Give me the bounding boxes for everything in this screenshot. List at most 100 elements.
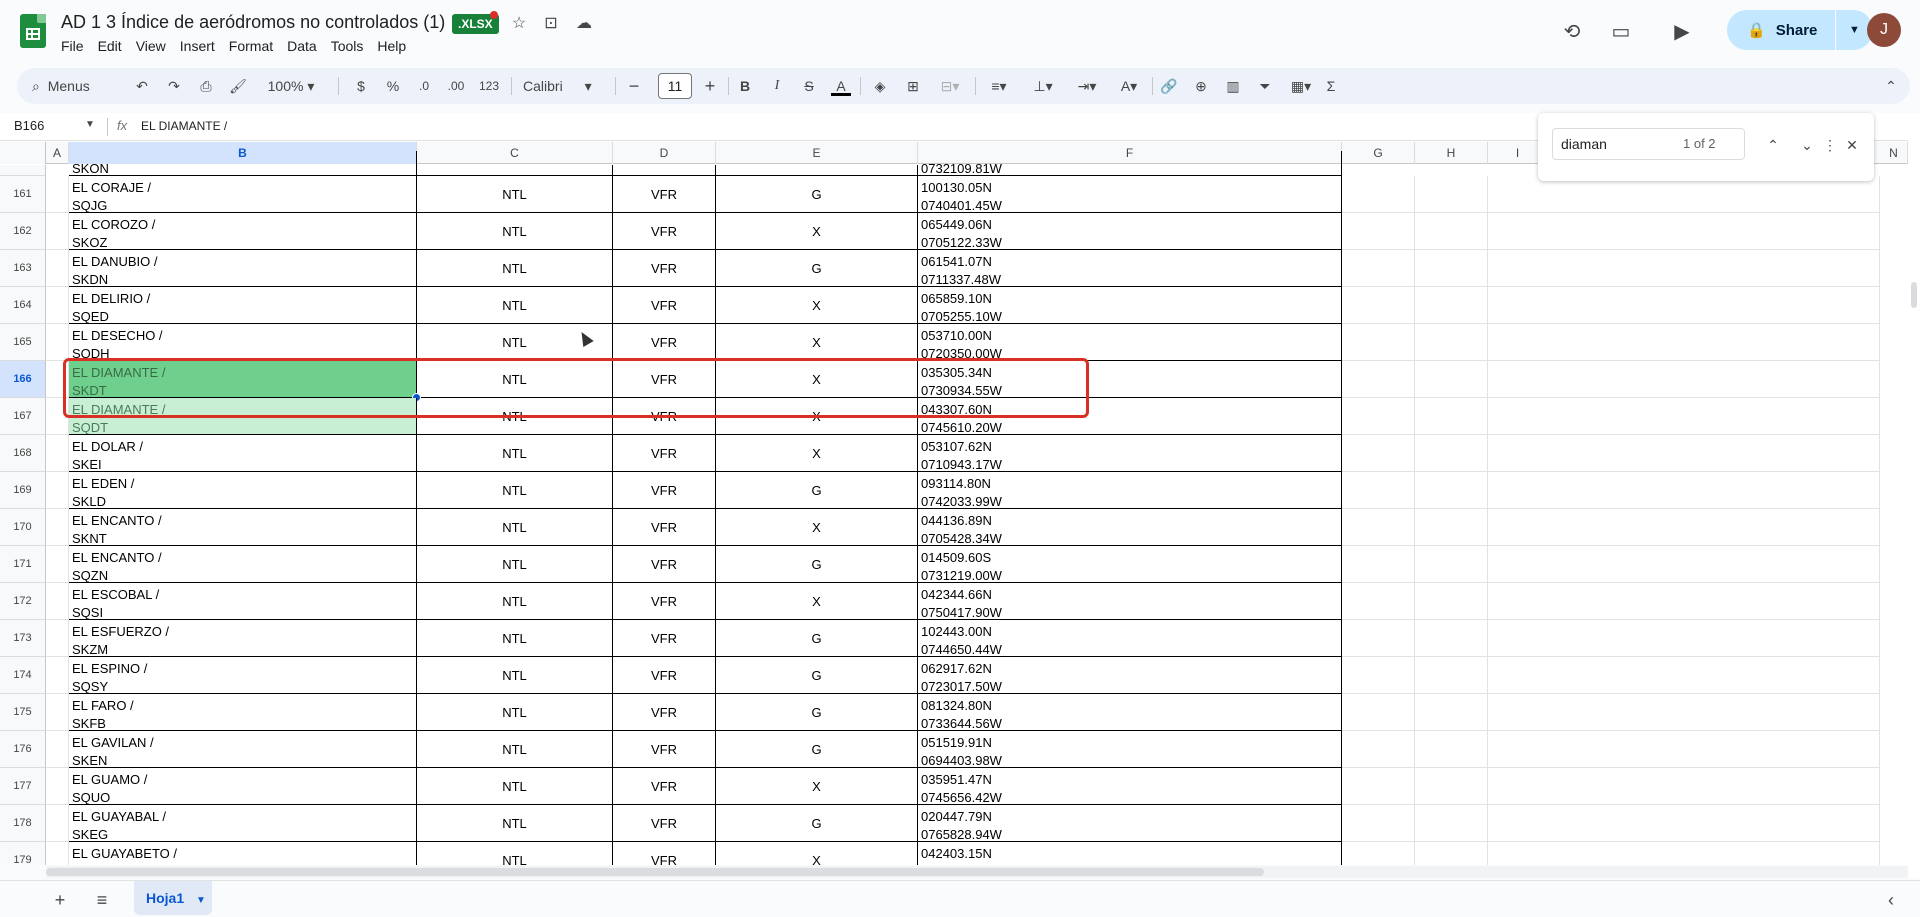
cell-i[interactable] [1488, 694, 1880, 731]
cell-d[interactable]: VFR [613, 472, 716, 509]
cell-b[interactable]: EL CORAJE / SQJG [69, 176, 417, 213]
cell-c[interactable]: NTL [417, 213, 613, 250]
vertical-scrollbar[interactable] [1908, 113, 1920, 878]
cell-b[interactable]: EL GUAMO / SQUO [69, 768, 417, 805]
cell-b[interactable]: EL ESCOBAL / SQSI [69, 583, 417, 620]
add-sheet-icon[interactable]: + [49, 889, 71, 911]
row-header[interactable]: 173 [0, 620, 46, 657]
cell-a[interactable] [46, 842, 69, 865]
cell-e[interactable]: G [716, 472, 918, 509]
find-more-options-icon[interactable]: ⋮ [1820, 135, 1840, 155]
row-header[interactable]: 178 [0, 805, 46, 842]
cell-a[interactable] [46, 657, 69, 694]
cell-c[interactable]: NTL [417, 250, 613, 287]
cell-f[interactable]: 053710.00N 0720350.00W [918, 324, 1342, 361]
cell-i[interactable] [1488, 250, 1880, 287]
cell-d[interactable]: VFR [613, 620, 716, 657]
cell-b[interactable]: EL GUAYABETO / [69, 842, 417, 865]
cell-a[interactable] [46, 768, 69, 805]
cell-i[interactable] [1488, 768, 1880, 805]
cell-g[interactable] [1342, 250, 1415, 287]
cell-f[interactable]: 065449.06N 0705122.33W [918, 213, 1342, 250]
cell-e[interactable]: X [716, 842, 918, 865]
cell-a[interactable] [46, 509, 69, 546]
cell-h[interactable] [1415, 546, 1488, 583]
cell-d[interactable]: VFR [613, 250, 716, 287]
cell-c[interactable]: NTL [417, 435, 613, 472]
cell-f[interactable]: 065859.10N 0705255.10W [918, 287, 1342, 324]
horizontal-align-icon[interactable]: ≡▾ [983, 76, 1015, 96]
cell-c[interactable]: NTL [417, 694, 613, 731]
cell-f[interactable]: 035305.34N 0730934.55W [918, 361, 1342, 398]
cell-a[interactable] [46, 583, 69, 620]
cell-f[interactable]: 081324.80N 0733644.56W [918, 694, 1342, 731]
font-select[interactable]: Calibri ▾ [517, 76, 607, 96]
decrease-decimal-button[interactable]: .0 [412, 76, 436, 96]
collapse-menus-chevron-up-icon[interactable]: ⌃ [1881, 76, 1901, 96]
cell-a[interactable] [46, 620, 69, 657]
column-header-c[interactable]: C [417, 142, 613, 164]
cell-a[interactable] [46, 250, 69, 287]
cell-g[interactable] [1342, 287, 1415, 324]
cell-g[interactable] [1342, 842, 1415, 865]
menus-search-button[interactable]: ⌕ Menus [24, 73, 124, 99]
column-header-e[interactable]: E [716, 142, 918, 164]
cell-a[interactable] [46, 731, 69, 768]
cell-e[interactable]: X [716, 324, 918, 361]
cell-h[interactable] [1415, 250, 1488, 287]
row-header[interactable]: 172 [0, 583, 46, 620]
cell-h[interactable] [1415, 768, 1488, 805]
column-header-g[interactable]: G [1342, 142, 1415, 164]
column-header-a[interactable]: A [46, 142, 69, 164]
comments-icon[interactable]: ▭ [1607, 18, 1635, 46]
cell-g[interactable] [1342, 620, 1415, 657]
cell-d[interactable]: VFR [613, 324, 716, 361]
row-header[interactable] [0, 165, 46, 176]
sheets-logo-icon[interactable] [20, 14, 46, 48]
cell-i[interactable] [1488, 287, 1880, 324]
bold-icon[interactable]: B [735, 76, 755, 96]
cell-c[interactable]: NTL [417, 176, 613, 213]
cell-e[interactable]: X [716, 435, 918, 472]
cell-b[interactable]: EL EDEN / SKLD [69, 472, 417, 509]
cell-b[interactable]: EL GAVILAN / SKEN [69, 731, 417, 768]
cell-e[interactable]: X [716, 213, 918, 250]
cell-e[interactable]: X [716, 361, 918, 398]
cell-f[interactable]: 102443.00N 0744650.44W [918, 620, 1342, 657]
cell-e[interactable]: X [716, 287, 918, 324]
cell-b[interactable]: SKON [69, 151, 417, 176]
cell-h[interactable] [1415, 731, 1488, 768]
cell-g[interactable] [1342, 694, 1415, 731]
cell-d[interactable]: VFR [613, 583, 716, 620]
menu-insert[interactable]: Insert [173, 37, 222, 55]
cell-c[interactable]: NTL [417, 657, 613, 694]
cell-g[interactable] [1342, 805, 1415, 842]
column-header-n[interactable]: N [1880, 142, 1908, 164]
cell-b[interactable]: EL ESPINO / SQSY [69, 657, 417, 694]
avatar[interactable]: J [1867, 13, 1901, 47]
cell-a[interactable] [46, 287, 69, 324]
cell-c[interactable]: NTL [417, 472, 613, 509]
cell-e[interactable]: X [716, 583, 918, 620]
cell-b[interactable]: EL COROZO / SKOZ [69, 213, 417, 250]
filter-views-icon[interactable]: ▦▾ [1285, 76, 1317, 96]
cell-h[interactable] [1415, 842, 1488, 865]
row-header[interactable]: 168 [0, 435, 46, 472]
cell-h[interactable] [1415, 361, 1488, 398]
cell-g[interactable] [1342, 361, 1415, 398]
close-icon[interactable]: ✕ [1842, 135, 1862, 155]
name-box-chevron-down-icon[interactable]: ▼ [85, 119, 95, 130]
cell-b[interactable]: EL DIAMANTE / SKDT [69, 361, 417, 398]
insert-chart-icon[interactable]: ▥ [1223, 76, 1243, 96]
percent-format-button[interactable]: % [383, 76, 403, 96]
cell-f[interactable]: 0732109.81W [918, 151, 1342, 176]
menu-edit[interactable]: Edit [91, 37, 129, 55]
paint-format-icon[interactable]: 🖌 [228, 76, 248, 96]
row-header[interactable]: 175 [0, 694, 46, 731]
decrease-font-size-icon[interactable]: − [624, 76, 644, 96]
cell-d[interactable]: VFR [613, 768, 716, 805]
cell-c[interactable]: NTL [417, 287, 613, 324]
row-header[interactable]: 171 [0, 546, 46, 583]
cell-g[interactable] [1342, 398, 1415, 435]
cell-i[interactable] [1488, 620, 1880, 657]
